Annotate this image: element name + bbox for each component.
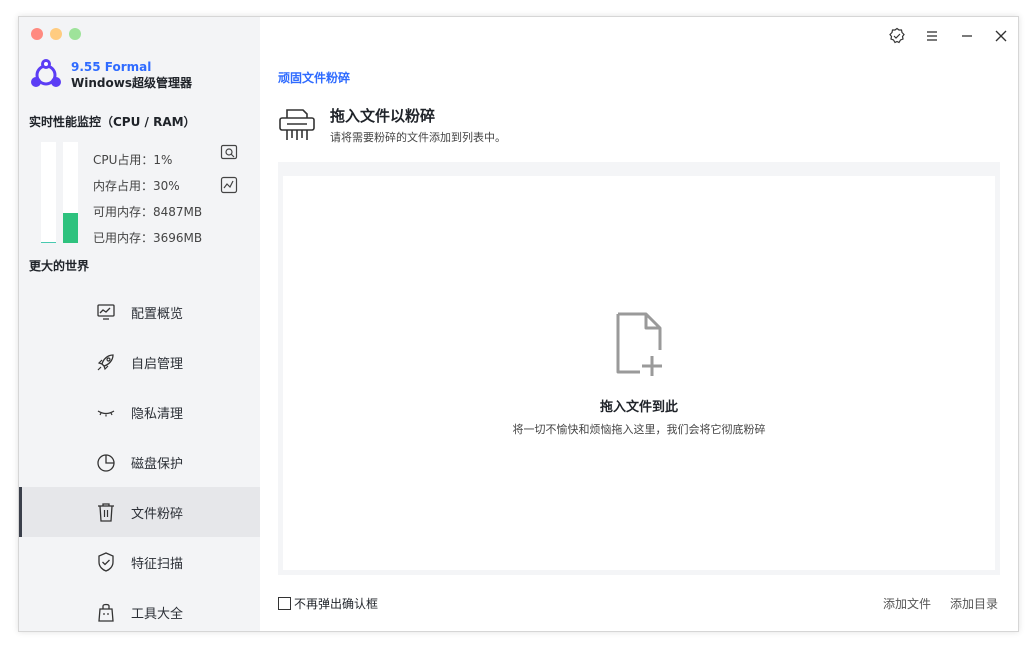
sidebar-item-label: 文件粉碎 [131, 506, 184, 522]
trash-icon [95, 501, 117, 523]
ram-bar [63, 142, 78, 243]
add-file-button[interactable]: 添加文件 [883, 595, 931, 612]
menu-icon[interactable] [922, 26, 942, 46]
sidebar-item-label: 工具大全 [131, 606, 184, 622]
sidebar-item-label: 隐私清理 [131, 406, 184, 422]
drop-zone-subtitle: 将一切不愉快和烦恼拖入这里，我们会将它彻底粉碎 [512, 423, 766, 436]
monitor-title: 实时性能监控（CPU / RAM） [29, 115, 196, 129]
minimize-dot[interactable] [50, 28, 62, 40]
sidebar-item-config-overview[interactable]: 配置概览 [19, 287, 260, 337]
sidebar-item-privacy[interactable]: 隐私清理 [19, 387, 260, 437]
shredder-icon [279, 109, 315, 140]
bag-icon [95, 601, 117, 623]
drop-zone[interactable]: 拖入文件到此 将一切不愉快和烦恼拖入这里，我们会将它彻底粉碎 [283, 176, 995, 570]
no-confirm-checkbox[interactable]: 不再弹出确认框 [278, 595, 378, 612]
breadcrumb: 顽固文件粉碎 [278, 71, 351, 85]
ram-bar-fill [63, 212, 78, 243]
close-icon[interactable] [991, 26, 1011, 46]
monitor-search-icon[interactable] [220, 144, 238, 162]
drop-zone-title: 拖入文件到此 [599, 400, 678, 415]
sidebar-item-startup[interactable]: 自启管理 [19, 337, 260, 387]
section-label: 更大的世界 [29, 259, 90, 273]
drop-zone-frame: 拖入文件到此 将一切不愉快和烦恼拖入这里，我们会将它彻底粉碎 [278, 162, 1000, 575]
sidebar-item-file-shred[interactable]: 文件粉碎 [19, 487, 260, 537]
sidebar-item-feature-scan[interactable]: 特征扫描 [19, 537, 260, 587]
ram-usage-text: 内存占用：30% [93, 179, 180, 193]
file-add-icon [616, 312, 662, 376]
minimize-icon[interactable] [957, 26, 977, 46]
shield-check-icon [95, 551, 117, 573]
close-dot[interactable] [31, 28, 43, 40]
monitor-chart-icon [95, 301, 117, 323]
pie-chart-icon [95, 451, 117, 473]
sidebar-item-label: 磁盘保护 [131, 456, 184, 472]
cpu-bar-fill [41, 242, 56, 243]
cpu-bar [41, 142, 56, 243]
add-dir-button[interactable]: 添加目录 [950, 595, 998, 612]
app-window: 9.55 Formal Windows超级管理器 实时性能监控（CPU / RA… [18, 16, 1019, 632]
monitor-chart-settings-icon[interactable] [220, 176, 238, 194]
used-ram-text: 已用内存：3696MB [93, 231, 203, 245]
app-name: Windows超级管理器 [71, 76, 192, 90]
available-ram-text: 可用内存：8487MB [93, 205, 203, 219]
checkbox-box[interactable] [278, 597, 291, 610]
main-content: 顽固文件粉碎 拖入文件以粉碎 请将需要粉碎的文件添加到列表中。 拖入文件到此 将… [260, 17, 1018, 631]
page-subtitle: 请将需要粉碎的文件添加到列表中。 [330, 131, 506, 144]
page-title: 拖入文件以粉碎 [330, 107, 436, 125]
sidebar: 9.55 Formal Windows超级管理器 实时性能监控（CPU / RA… [19, 17, 260, 631]
sidebar-item-tools[interactable]: 工具大全 [19, 587, 260, 631]
app-version: 9.55 Formal [71, 60, 152, 74]
sidebar-item-label: 自启管理 [131, 356, 184, 372]
cpu-usage-text: CPU占用：1% [93, 153, 173, 167]
checkbox-label: 不再弹出确认框 [294, 597, 379, 611]
brand: 9.55 Formal Windows超级管理器 [29, 58, 192, 92]
verified-badge-icon[interactable] [887, 26, 907, 46]
closed-eye-icon [95, 401, 117, 423]
sidebar-item-label: 特征扫描 [131, 556, 184, 572]
zoom-dot[interactable] [69, 28, 81, 40]
app-logo-icon [31, 59, 61, 87]
window-traffic-lights [31, 28, 81, 40]
sidebar-item-label: 配置概览 [131, 306, 184, 322]
rocket-icon [95, 351, 117, 373]
sidebar-item-disk-protect[interactable]: 磁盘保护 [19, 437, 260, 487]
